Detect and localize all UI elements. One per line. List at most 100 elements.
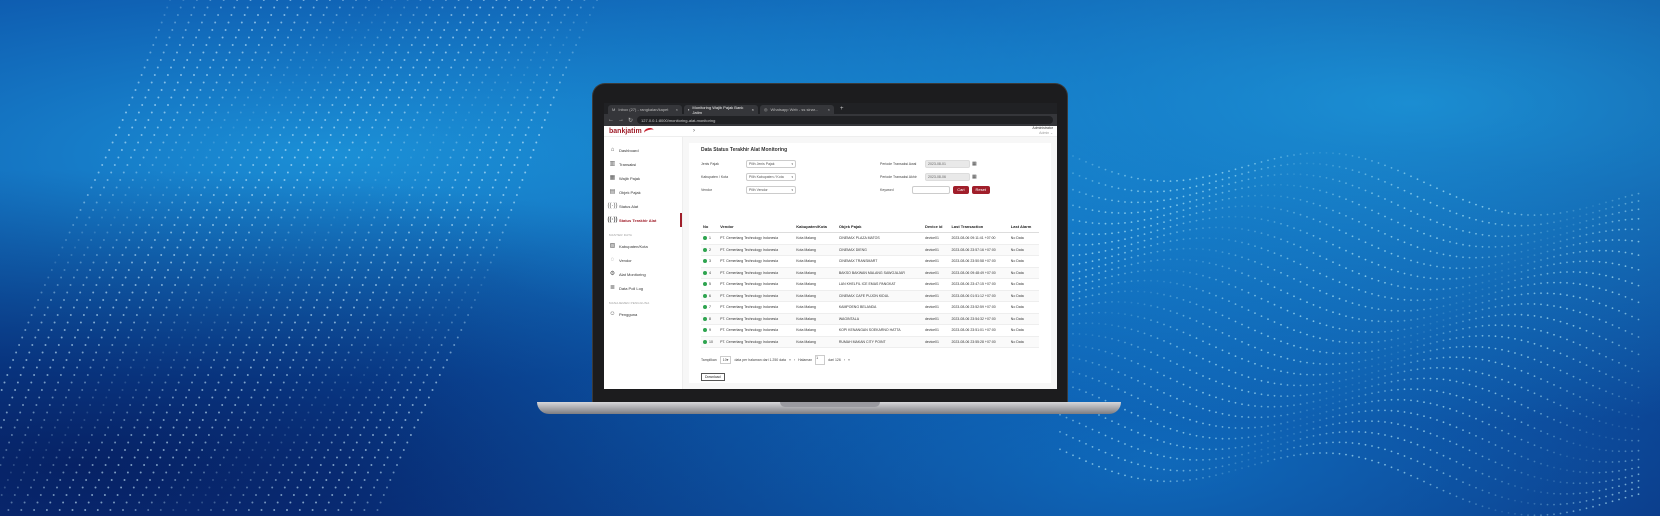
- table-cell: 3: [701, 255, 719, 268]
- sidebar-item-objek-pajak[interactable]: ▤ Objek Pajak: [604, 185, 682, 199]
- log-icon: ≣: [609, 285, 616, 291]
- table-cell: Kota Malang: [794, 255, 837, 268]
- sidebar-item-wajib-pajak[interactable]: ▦ Wajib Pajak: [604, 171, 682, 185]
- table-cell: Kota Malang: [794, 244, 837, 256]
- calendar-icon[interactable]: ▦: [972, 161, 977, 167]
- back-icon[interactable]: ←: [608, 117, 614, 123]
- whatsapp-icon: ◎: [764, 107, 768, 112]
- page-input[interactable]: 1: [815, 355, 826, 365]
- sidebar-item-pengguna[interactable]: ☺ Pengguna: [604, 307, 682, 321]
- per-page-select[interactable]: 10 ▾: [719, 356, 732, 364]
- table-cell: No Data: [1008, 324, 1039, 337]
- forward-icon[interactable]: →: [618, 117, 624, 123]
- filter-row-kabupaten: Kabupaten / Kota Pilih Kabupaten / Kota ▾: [701, 170, 796, 183]
- table-cell: PT. Cemerlang Technology Indonesia: [718, 255, 795, 268]
- browser-tab-gmail[interactable]: M Inbox (27) - rangkaian/kapet ×: [608, 105, 682, 114]
- keyword-input[interactable]: [912, 185, 951, 194]
- page-title: Data Status Terakhir Alat Monitoring: [701, 147, 788, 153]
- col-last-alarm[interactable]: Last Alarm: [1008, 221, 1039, 233]
- table-row[interactable]: 5 PT. Cemerlang Technology Indonesia Kota …: [701, 278, 1039, 291]
- table-row[interactable]: 3 PT. Cemerlang Technology Indonesia Kota …: [701, 255, 1039, 268]
- col-no[interactable]: No: [701, 221, 719, 233]
- table-cell: CINEMAX PLAZA MATOS: [836, 232, 923, 245]
- sidebar-item-kabupaten[interactable]: ▧ Kabupaten/Kota: [604, 239, 682, 253]
- table-cell: PT. Cemerlang Technology Indonesia: [718, 290, 795, 302]
- last-page-icon[interactable]: »: [848, 358, 850, 362]
- table-cell: device01: [922, 301, 950, 314]
- browser-tab-whatsapp[interactable]: ◎ Whatsapp Web - ss sinar... ×: [760, 105, 834, 114]
- new-tab-button[interactable]: +: [836, 105, 848, 114]
- status-online-icon: [703, 339, 707, 344]
- close-icon[interactable]: ×: [828, 107, 830, 112]
- next-page-icon[interactable]: ›: [844, 358, 845, 362]
- table-cell: 2023-08-06 23:51:01 +07:00: [949, 324, 1009, 337]
- sidebar-item-status-alat[interactable]: ((·)) Status Alat: [604, 199, 682, 213]
- sidebar-item-vendor[interactable]: ◌ Vendor: [604, 253, 682, 267]
- table-cell: Kota Malang: [794, 336, 837, 348]
- chevron-right-icon[interactable]: ›: [683, 128, 695, 134]
- col-vendor[interactable]: Vendor: [718, 221, 795, 233]
- sidebar-item-transaksi[interactable]: ▥ Transaksi: [604, 157, 682, 171]
- table-cell: 2023-08-06 23:57:16 +07:00: [949, 244, 1009, 256]
- table-cell: KAMPOENG BELANDA: [836, 301, 923, 314]
- user-menu[interactable]: Administrator Admin ⌄: [1032, 126, 1053, 136]
- filter-row-awal: Periode Transaksi Awal 2023-08-01 ▦: [880, 159, 977, 168]
- jenis-pajak-select[interactable]: Pilih Jenis Pajak ▾: [746, 159, 796, 168]
- store-icon: ▤: [609, 189, 616, 195]
- table-cell: RUMAH MAKAN CITY POINT: [836, 336, 923, 348]
- browser-tab-monitoring[interactable]: ▪ Monitoring Wajib Pajak Bank Jatim ×: [684, 105, 758, 115]
- table-row[interactable]: 9 PT. Cemerlang Technology Indonesia Kota …: [701, 324, 1039, 337]
- table-cell: device01: [922, 313, 950, 325]
- download-button[interactable]: Download: [701, 373, 725, 381]
- prev-page-icon[interactable]: ‹: [794, 358, 795, 362]
- url-input[interactable]: 127.0.0.1:8000/monitoring-alat-monitorin…: [637, 116, 1053, 124]
- start-date-input[interactable]: 2023-08-01: [925, 159, 970, 168]
- status-online-icon: [703, 236, 707, 241]
- table-cell: device01: [922, 267, 950, 279]
- table-cell: device01: [922, 290, 950, 302]
- col-last-transaction[interactable]: Last Transaction: [949, 221, 1009, 233]
- sidebar-item-alat-monitoring[interactable]: ⚙ Alat Monitoring: [604, 267, 682, 281]
- table-cell: 2023-08-06 01:51:12 +07:00: [949, 290, 1009, 302]
- app-window: bankjatim › Administrator Admin ⌄ ⌂ Dashb…: [604, 126, 1057, 389]
- sidebar-item-dashboard[interactable]: ⌂ Dashboard: [604, 143, 682, 157]
- promo-banner: M Inbox (27) - rangkaian/kapet × ▪ Monitori…: [0, 0, 1660, 516]
- table-cell: CINEMAX CAFE PUJON KIDUL: [836, 290, 923, 302]
- col-objek-pajak[interactable]: Objek Pajak: [836, 221, 923, 233]
- table-cell: PT. Cemerlang Technology Indonesia: [718, 336, 795, 348]
- vendor-select[interactable]: Pilih Vendor ▾: [746, 185, 796, 194]
- table-cell: No Data: [1008, 232, 1039, 245]
- table-cell: device01: [922, 255, 950, 268]
- table-row[interactable]: 10 PT. Cemerlang Technology Indonesia Kota…: [701, 336, 1039, 348]
- search-button[interactable]: Cari: [953, 185, 969, 194]
- app-header: bankjatim › Administrator Admin ⌄: [604, 126, 1057, 137]
- filter-column-left: Jenis Pajak Pilih Jenis Pajak ▾ Kabupaten …: [701, 157, 796, 207]
- reset-button[interactable]: Reset: [971, 185, 990, 194]
- col-kabupaten[interactable]: Kabupaten/Kota: [794, 221, 837, 233]
- close-icon[interactable]: ×: [752, 107, 754, 112]
- table-cell: PT. Cemerlang Technology Indonesia: [718, 313, 795, 325]
- kabupaten-select[interactable]: Pilih Kabupaten / Kota ▾: [746, 172, 796, 181]
- table-row[interactable]: 8 PT. Cemerlang Technology Indonesia Kota …: [701, 313, 1039, 325]
- vendor-icon: ◌: [610, 257, 615, 263]
- table-row[interactable]: 4 PT. Cemerlang Technology Indonesia Kota …: [701, 267, 1039, 279]
- table-cell: PT. Cemerlang Technology Indonesia: [718, 244, 795, 256]
- sidebar-item-data-poll-log[interactable]: ≣ Data Poll Log: [604, 281, 682, 295]
- sidebar-item-status-terakhir-alat[interactable]: ((·)) Status Terakhir Alat: [604, 213, 682, 227]
- table-cell: PT. Cemerlang Technology Indonesia: [718, 324, 795, 337]
- table-row[interactable]: 6 PT. Cemerlang Technology Indonesia Kota …: [701, 290, 1039, 302]
- close-icon[interactable]: ×: [676, 107, 678, 112]
- table-cell: No Data: [1008, 255, 1039, 268]
- table-cell: CINEMAX TRANSMART: [836, 255, 923, 268]
- table-row[interactable]: 1 PT. Cemerlang Technology Indonesia Kota …: [701, 232, 1039, 245]
- table-cell: No Data: [1008, 301, 1039, 314]
- end-date-input[interactable]: 2023-08-06: [925, 172, 970, 181]
- table-row[interactable]: 2 PT. Cemerlang Technology Indonesia Kota …: [701, 244, 1039, 256]
- sidebar-section-master: MASTER DATA: [609, 233, 633, 237]
- first-page-icon[interactable]: «: [789, 358, 791, 362]
- col-device-id[interactable]: Device id: [922, 221, 950, 233]
- table-row[interactable]: 7 PT. Cemerlang Technology Indonesia Kota …: [701, 301, 1039, 314]
- calendar-icon[interactable]: ▦: [972, 174, 977, 180]
- user-role: Admin ⌄: [1039, 131, 1053, 135]
- reload-icon[interactable]: ↻: [628, 117, 633, 124]
